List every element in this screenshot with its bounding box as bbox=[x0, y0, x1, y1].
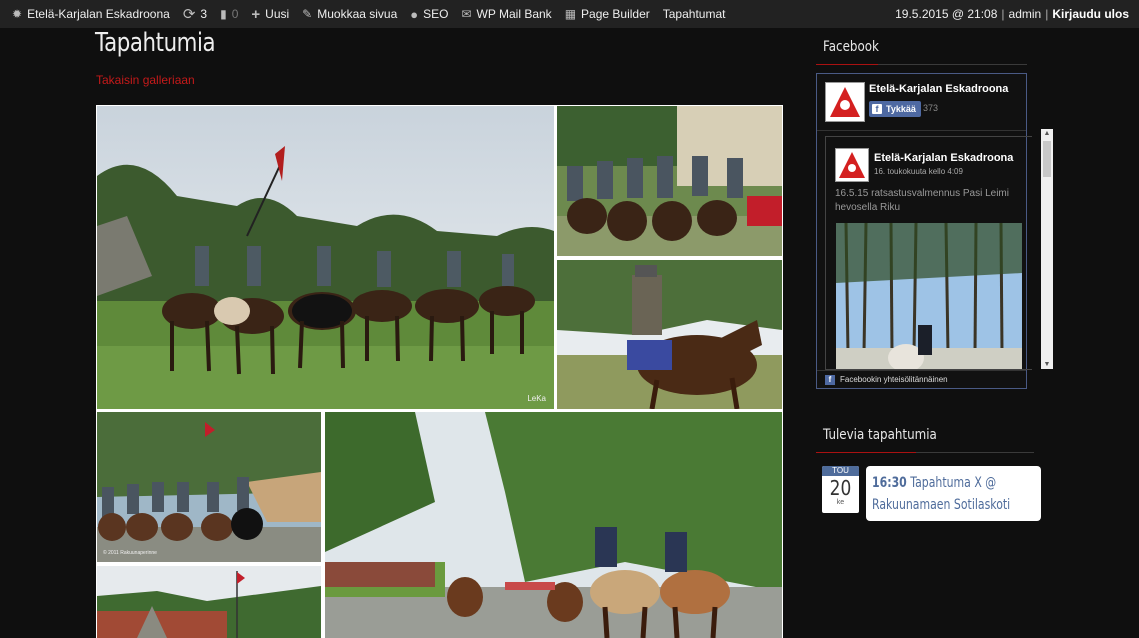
gallery-photo[interactable] bbox=[325, 412, 782, 638]
comment-icon: ▮ bbox=[220, 7, 227, 21]
riding-lesson-photo bbox=[836, 222, 1022, 369]
post-text: 16.5.15 ratsastusvalmennus Pasi Leimi he… bbox=[835, 188, 1009, 213]
logout-link[interactable]: Kirjaudu ulos bbox=[1052, 7, 1129, 21]
back-to-gallery-link[interactable]: Takaisin galleriaan bbox=[96, 73, 195, 87]
facebook-page-header: Etelä-Karjalan Eskadroona f Tykkää 373 bbox=[817, 74, 1026, 131]
like-label: Tykkää bbox=[886, 104, 916, 114]
emblem-icon bbox=[839, 152, 865, 178]
photo-watermark: © 2011 Rakuunaperinne bbox=[103, 550, 157, 556]
mail-icon: ✉ bbox=[461, 7, 472, 21]
pencil-icon: ✎ bbox=[302, 7, 313, 21]
plus-icon: + bbox=[251, 5, 261, 23]
new-content-menu[interactable]: + Uusi bbox=[251, 7, 289, 22]
gallery-photo[interactable] bbox=[97, 566, 321, 638]
facebook-post: Etelä-Karjalan Eskadroona 16. toukokuuta… bbox=[825, 136, 1032, 370]
widget-divider bbox=[816, 452, 1034, 453]
current-datetime: 19.5.2015 @ 21:08 bbox=[895, 7, 998, 21]
page-builder-menu[interactable]: ▦ Page Builder bbox=[565, 7, 650, 21]
event-month: TOU bbox=[822, 466, 859, 476]
parade-road-photo bbox=[325, 412, 782, 638]
separator: | bbox=[1001, 7, 1005, 21]
facebook-page-name[interactable]: Etelä-Karjalan Eskadroona bbox=[869, 83, 1008, 95]
gallery-photo[interactable] bbox=[557, 106, 782, 256]
events-menu[interactable]: Tapahtumat bbox=[663, 7, 726, 21]
gallery-photo[interactable]: LeKa bbox=[97, 106, 554, 409]
new-label: Uusi bbox=[265, 7, 290, 21]
widget-divider bbox=[816, 64, 1027, 65]
dashboard-icon: ✹ bbox=[12, 7, 23, 21]
post-avatar[interactable] bbox=[835, 148, 869, 182]
seo-menu[interactable]: ● SEO bbox=[410, 7, 448, 21]
event-day: 20 bbox=[829, 476, 852, 500]
user-link[interactable]: admin bbox=[1009, 7, 1042, 21]
updates-menu[interactable]: ⟳ 3 bbox=[183, 7, 207, 22]
gallery-photo[interactable]: © 2011 Rakuunaperinne bbox=[97, 412, 321, 562]
refresh-icon: ⟳ bbox=[182, 5, 196, 23]
account-area: 19.5.2015 @ 21:08 | admin | Kirjaudu ulo… bbox=[895, 7, 1129, 21]
scroll-down-icon[interactable]: ▼ bbox=[1041, 361, 1053, 368]
cavalry-group-photo bbox=[97, 106, 554, 409]
plugin-footer-label: Facebookin yhteisölitännäinen bbox=[840, 375, 948, 384]
builder-label: Page Builder bbox=[581, 7, 650, 21]
edit-label: Muokkaa sivua bbox=[317, 7, 398, 21]
edit-page-menu[interactable]: ✎ Muokkaa sivua bbox=[302, 7, 397, 21]
facebook-widget-title: Facebook bbox=[823, 39, 879, 55]
comments-count: 0 bbox=[231, 7, 239, 21]
page-title: Tapahtumia bbox=[95, 28, 216, 58]
seo-label: SEO bbox=[423, 7, 449, 21]
separator: | bbox=[1045, 7, 1049, 21]
event-link[interactable]: 16:30 Tapahtuma X @ Rakuunamaen Sotilask… bbox=[872, 472, 1036, 516]
gallery-photo[interactable] bbox=[557, 260, 782, 409]
like-count: 373 bbox=[923, 103, 939, 113]
event-card[interactable]: 16:30 Tapahtuma X @ Rakuunamaen Sotilask… bbox=[866, 466, 1041, 521]
site-name-label: Etelä-Karjalan Eskadroona bbox=[27, 7, 170, 21]
event-date-badge: TOU 20 ke bbox=[822, 466, 859, 513]
events-widget-title: Tulevia tapahtumia bbox=[823, 427, 937, 443]
facebook-page-plugin: Etelä-Karjalan Eskadroona f Tykkää 373 E… bbox=[816, 73, 1053, 389]
facebook-icon: f bbox=[872, 104, 882, 114]
riders-field-photo bbox=[97, 412, 321, 562]
post-photo[interactable] bbox=[836, 222, 1022, 369]
scroll-up-icon[interactable]: ▲ bbox=[1041, 130, 1053, 137]
mail-bank-menu[interactable]: ✉ WP Mail Bank bbox=[461, 7, 551, 21]
facebook-icon: f bbox=[825, 374, 835, 385]
photo-watermark: LeKa bbox=[527, 394, 546, 403]
post-date[interactable]: 16. toukokuuta kello 4:09 bbox=[874, 167, 963, 176]
officer-on-horse-photo bbox=[557, 260, 782, 409]
riders-line-photo bbox=[557, 106, 782, 256]
comments-menu[interactable]: ▮ 0 bbox=[220, 7, 238, 21]
event-time: 16:30 bbox=[872, 475, 907, 491]
mail-label: WP Mail Bank bbox=[476, 7, 552, 21]
events-label: Tapahtumat bbox=[662, 7, 726, 21]
emblem-icon bbox=[830, 87, 860, 117]
layout-icon: ▦ bbox=[564, 7, 577, 21]
building-flag-photo bbox=[97, 566, 321, 638]
like-button[interactable]: f Tykkää bbox=[869, 101, 921, 117]
updates-count: 3 bbox=[200, 7, 208, 21]
page-avatar[interactable] bbox=[825, 82, 865, 122]
scrollbar-thumb[interactable] bbox=[1043, 141, 1051, 177]
facebook-plugin-footer[interactable]: f Facebookin yhteisölitännäinen bbox=[817, 370, 1026, 388]
event-weekday: ke bbox=[836, 499, 845, 506]
admin-bar: ✹ Etelä-Karjalan Eskadroona ⟳ 3 ▮ 0 + Uu… bbox=[0, 0, 1139, 28]
site-name-menu[interactable]: ✹ Etelä-Karjalan Eskadroona bbox=[12, 7, 170, 21]
post-author[interactable]: Etelä-Karjalan Eskadroona bbox=[874, 152, 1013, 164]
post-scrollbar[interactable]: ▲ ▼ bbox=[1041, 129, 1053, 369]
seo-icon: ● bbox=[410, 6, 419, 22]
